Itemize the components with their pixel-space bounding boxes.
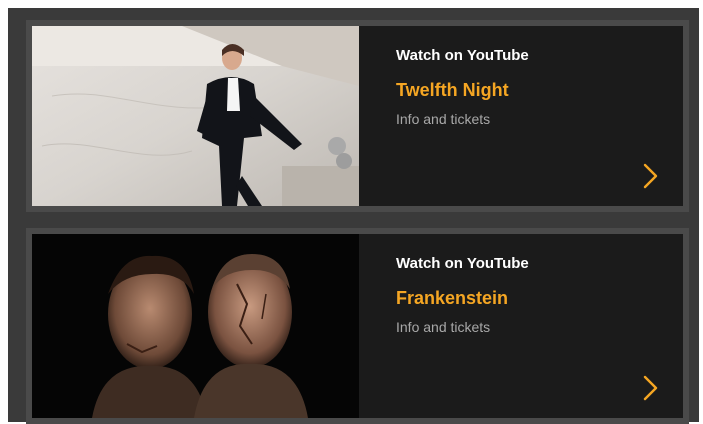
event-title[interactable]: Twelfth Night bbox=[396, 80, 683, 101]
watch-on-youtube-label[interactable]: Watch on YouTube bbox=[396, 255, 683, 272]
event-list: Watch on YouTube Twelfth Night Info and … bbox=[8, 8, 699, 424]
event-thumbnail[interactable] bbox=[32, 26, 359, 206]
chevron-right-icon[interactable] bbox=[641, 374, 661, 402]
chevron-right-icon[interactable] bbox=[641, 162, 661, 190]
watch-on-youtube-label[interactable]: Watch on YouTube bbox=[396, 47, 683, 64]
woman-in-black-suit-photo bbox=[32, 26, 359, 206]
two-faces-dark-photo bbox=[32, 234, 359, 418]
info-and-tickets-link[interactable]: Info and tickets bbox=[396, 319, 683, 335]
event-thumbnail[interactable] bbox=[32, 234, 359, 418]
event-title[interactable]: Frankenstein bbox=[396, 288, 683, 309]
event-info: Watch on YouTube Frankenstein Info and t… bbox=[359, 234, 683, 418]
event-card-twelfth-night[interactable]: Watch on YouTube Twelfth Night Info and … bbox=[26, 20, 689, 212]
info-and-tickets-link[interactable]: Info and tickets bbox=[396, 111, 683, 127]
event-info: Watch on YouTube Twelfth Night Info and … bbox=[359, 26, 683, 206]
event-card-frankenstein[interactable]: Watch on YouTube Frankenstein Info and t… bbox=[26, 228, 689, 424]
